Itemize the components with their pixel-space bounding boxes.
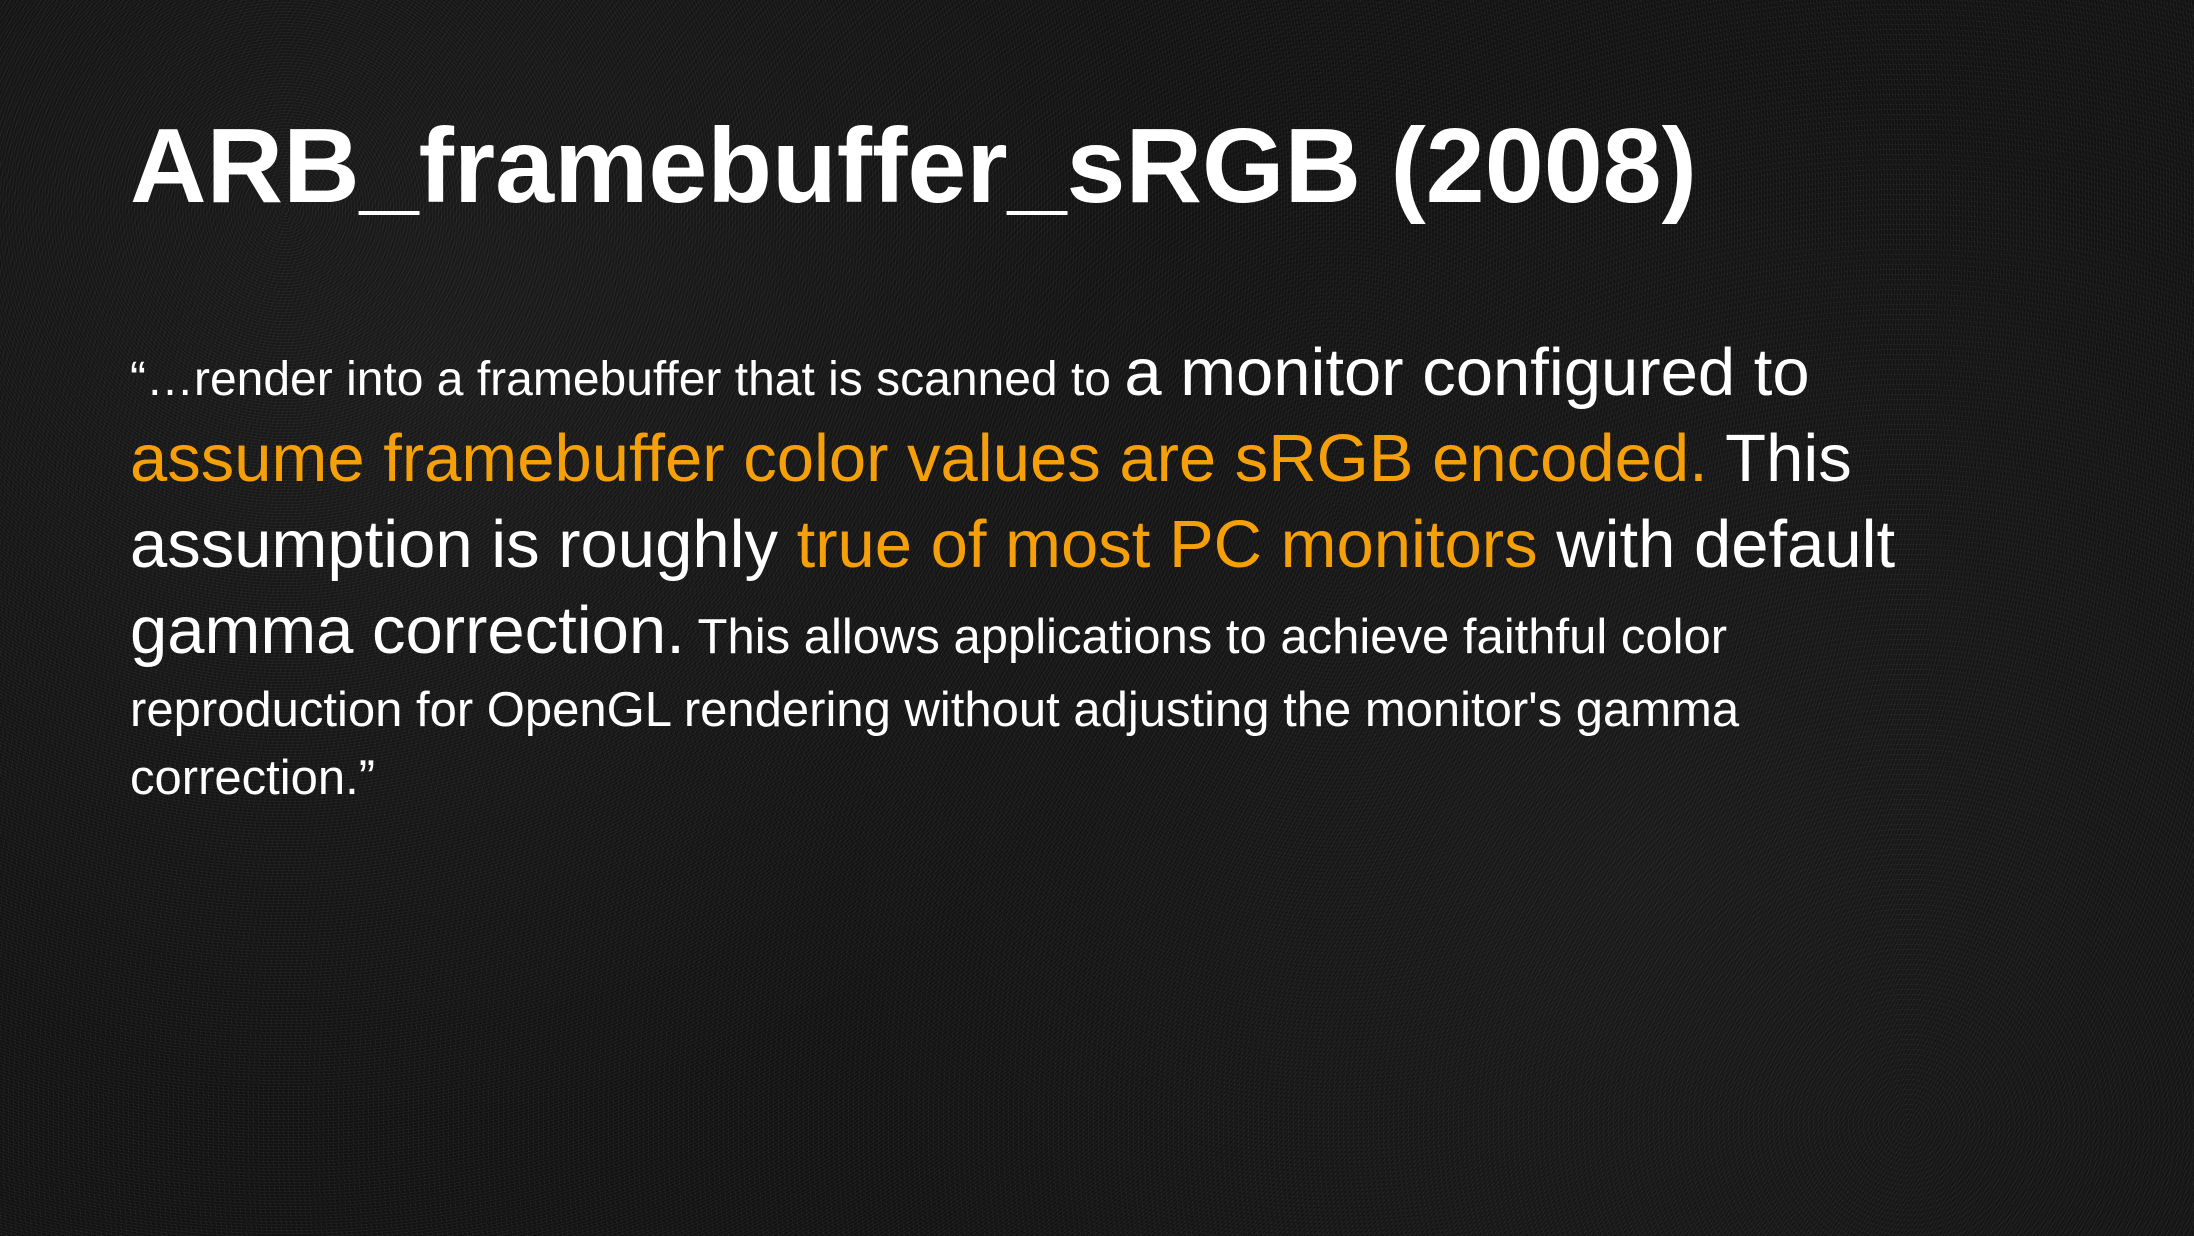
quote-block: “…render into a framebuffer that is scan… [130,334,2130,818]
quote-line-6: correction.” [130,751,376,805]
quote-line-4: gamma correction. This allows applicatio… [130,592,2130,682]
quote-line-1-intro: “…render into a framebuffer that is scan… [130,353,1125,406]
quote-line-1: “…render into a framebuffer that is scan… [130,334,2130,420]
quote-line-2: assume framebuffer color values are sRGB… [130,420,2130,506]
quote-line-3-rest: with default [1537,507,1896,582]
quote-line-2-rest: This [1707,421,1852,496]
quote-line-3-lead: assumption is roughly [130,507,797,582]
quote-line-5: reproduction for OpenGL rendering withou… [130,683,1740,737]
quote-highlight-srgb: assume framebuffer color values are sRGB… [130,421,1708,496]
slide-title: ARB_framebuffer_sRGB (2008) [130,107,1697,225]
quote-line-1-emphasis: a monitor configured to [1124,335,1810,410]
slide: ARB_framebuffer_sRGB (2008) “…render int… [0,0,2194,1236]
quote-line-4-emphasis: gamma correction. [130,593,685,668]
quote-highlight-monitors: true of most PC monitors [796,507,1538,582]
quote-line-4-rest: This allows applications to achieve fait… [684,610,1728,664]
quote-line-3: assumption is roughly true of most PC mo… [130,506,2130,592]
